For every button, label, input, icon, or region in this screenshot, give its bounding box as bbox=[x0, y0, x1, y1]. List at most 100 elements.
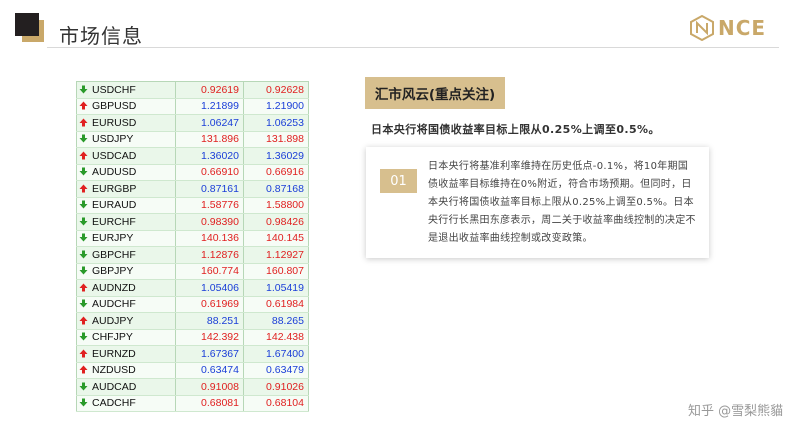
ask-cell: 142.438 bbox=[243, 329, 309, 346]
symbol-cell: AUDCAD bbox=[76, 378, 176, 396]
bid-cell: 1.21899 bbox=[175, 98, 244, 115]
bid-cell: 0.98390 bbox=[175, 213, 244, 231]
bid-cell: 0.61969 bbox=[175, 296, 244, 313]
ask-cell: 160.807 bbox=[243, 263, 309, 280]
symbol-label: EURJPY bbox=[92, 232, 134, 245]
ask-cell: 0.98426 bbox=[243, 213, 309, 231]
symbol-label: EURNZD bbox=[92, 347, 136, 360]
bid-cell: 0.91008 bbox=[175, 378, 244, 396]
symbol-label: GBPCHF bbox=[92, 248, 136, 261]
quote-row[interactable]: USDCAD 1.36020 1.36029 bbox=[76, 147, 309, 165]
bid-cell: 0.87161 bbox=[175, 180, 244, 198]
symbol-cell: EURAUD bbox=[76, 197, 176, 214]
arrow-down-icon bbox=[79, 397, 92, 409]
symbol-label: EURUSD bbox=[92, 116, 137, 129]
symbol-cell: EURGBP bbox=[76, 180, 176, 198]
symbol-label: USDCAD bbox=[92, 149, 137, 162]
quotes-table: USDCHF 0.92619 0.92628 GBPUSD 1.21899 1.21900… bbox=[76, 81, 309, 412]
quote-row[interactable]: EURCHF 0.98390 0.98426 bbox=[76, 213, 309, 231]
quote-row[interactable]: AUDJPY 88.251 88.265 bbox=[76, 312, 309, 330]
ask-cell: 1.58800 bbox=[243, 197, 309, 214]
quote-row[interactable]: EURAUD 1.58776 1.58800 bbox=[76, 197, 309, 214]
symbol-label: AUDUSD bbox=[92, 166, 137, 179]
symbol-label: AUDCAD bbox=[92, 380, 137, 393]
quote-row[interactable]: AUDCAD 0.91008 0.91026 bbox=[76, 378, 309, 396]
ask-cell: 140.145 bbox=[243, 230, 309, 247]
bid-cell: 142.392 bbox=[175, 329, 244, 346]
symbol-cell: AUDCHF bbox=[76, 296, 176, 313]
ask-cell: 0.68104 bbox=[243, 395, 309, 412]
nce-logo-icon bbox=[690, 15, 714, 41]
ask-cell: 1.12927 bbox=[243, 246, 309, 264]
arrow-down-icon bbox=[79, 265, 92, 277]
arrow-up-icon bbox=[79, 117, 92, 129]
arrow-down-icon bbox=[79, 331, 92, 343]
symbol-cell: USDJPY bbox=[76, 131, 176, 148]
arrow-down-icon bbox=[79, 249, 92, 261]
arrow-down-icon bbox=[79, 133, 92, 145]
symbol-cell: GBPCHF bbox=[76, 246, 176, 264]
news-card: 01 日本央行将基准利率维持在历史低点-0.1%，将10年期国债收益率目标维持在… bbox=[366, 147, 709, 258]
symbol-label: EURAUD bbox=[92, 199, 137, 212]
ask-cell: 0.61984 bbox=[243, 296, 309, 313]
symbol-cell: EURUSD bbox=[76, 114, 176, 132]
symbol-cell: EURNZD bbox=[76, 345, 176, 363]
arrow-up-icon bbox=[79, 150, 92, 162]
quote-row[interactable]: CADCHF 0.68081 0.68104 bbox=[76, 395, 309, 412]
bid-cell: 1.05406 bbox=[175, 279, 244, 297]
quote-row[interactable]: EURUSD 1.06247 1.06253 bbox=[76, 114, 309, 132]
quote-row[interactable]: EURJPY 140.136 140.145 bbox=[76, 230, 309, 247]
bid-cell: 88.251 bbox=[175, 312, 244, 330]
bid-cell: 131.896 bbox=[175, 131, 244, 148]
symbol-cell: AUDNZD bbox=[76, 279, 176, 297]
symbol-cell: CADCHF bbox=[76, 395, 176, 412]
symbol-label: EURCHF bbox=[92, 215, 136, 228]
quote-row[interactable]: EURGBP 0.87161 0.87168 bbox=[76, 180, 309, 198]
logo-text: NCE bbox=[718, 16, 767, 40]
quote-row[interactable]: AUDNZD 1.05406 1.05419 bbox=[76, 279, 309, 297]
ask-cell: 0.91026 bbox=[243, 378, 309, 396]
brand-logo: NCE bbox=[690, 13, 766, 43]
symbol-label: EURGBP bbox=[92, 182, 137, 195]
quote-row[interactable]: GBPCHF 1.12876 1.12927 bbox=[76, 246, 309, 264]
arrow-down-icon bbox=[79, 298, 92, 310]
arrow-up-icon bbox=[79, 282, 92, 294]
ask-cell: 1.67400 bbox=[243, 345, 309, 363]
quote-row[interactable]: NZDUSD 0.63474 0.63479 bbox=[76, 362, 309, 379]
arrow-down-icon bbox=[79, 199, 92, 211]
quote-row[interactable]: EURNZD 1.67367 1.67400 bbox=[76, 345, 309, 363]
quote-row[interactable]: USDCHF 0.92619 0.92628 bbox=[76, 81, 309, 99]
symbol-label: GBPJPY bbox=[92, 265, 134, 278]
ask-cell: 0.87168 bbox=[243, 180, 309, 198]
bid-cell: 160.774 bbox=[175, 263, 244, 280]
symbol-cell: GBPUSD bbox=[76, 98, 176, 115]
symbol-cell: USDCHF bbox=[76, 81, 176, 99]
ask-cell: 1.06253 bbox=[243, 114, 309, 132]
symbol-cell: EURJPY bbox=[76, 230, 176, 247]
symbol-label: AUDCHF bbox=[92, 298, 136, 311]
bid-cell: 1.67367 bbox=[175, 345, 244, 363]
quote-row[interactable]: AUDUSD 0.66910 0.66916 bbox=[76, 164, 309, 181]
quote-row[interactable]: CHFJPY 142.392 142.438 bbox=[76, 329, 309, 346]
title-square-icon bbox=[15, 13, 39, 36]
news-body: 日本央行将基准利率维持在历史低点-0.1%，将10年期国债收益率目标维持在0%附… bbox=[428, 161, 696, 244]
bid-cell: 140.136 bbox=[175, 230, 244, 247]
symbol-label: USDCHF bbox=[92, 83, 136, 96]
quote-row[interactable]: GBPJPY 160.774 160.807 bbox=[76, 263, 309, 280]
symbol-cell: USDCAD bbox=[76, 147, 176, 165]
page-title: 市场信息 bbox=[59, 24, 143, 48]
quote-row[interactable]: AUDCHF 0.61969 0.61984 bbox=[76, 296, 309, 313]
arrow-up-icon bbox=[79, 364, 92, 376]
ask-cell: 1.05419 bbox=[243, 279, 309, 297]
quote-row[interactable]: GBPUSD 1.21899 1.21900 bbox=[76, 98, 309, 115]
ask-cell: 1.36029 bbox=[243, 147, 309, 165]
symbol-label: AUDNZD bbox=[92, 281, 136, 294]
quote-row[interactable]: USDJPY 131.896 131.898 bbox=[76, 131, 309, 148]
symbol-label: USDJPY bbox=[92, 133, 134, 146]
ask-cell: 1.21900 bbox=[243, 98, 309, 115]
bid-cell: 1.36020 bbox=[175, 147, 244, 165]
symbol-label: CHFJPY bbox=[92, 331, 133, 344]
watermark: 知乎 @雪梨熊貓 bbox=[688, 404, 784, 419]
bid-cell: 0.66910 bbox=[175, 164, 244, 181]
bid-cell: 0.92619 bbox=[175, 81, 244, 99]
